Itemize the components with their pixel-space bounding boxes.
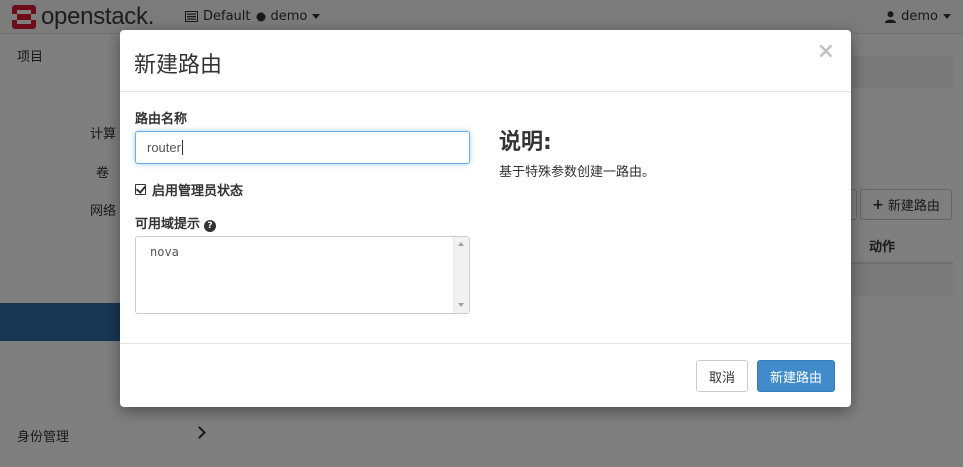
question-circle-icon[interactable]: ? bbox=[204, 220, 217, 232]
text-cursor bbox=[181, 140, 183, 155]
create-router-submit-button[interactable]: 新建路由 bbox=[757, 360, 835, 392]
availability-zone-select[interactable]: nova bbox=[135, 236, 470, 314]
router-name-value: router bbox=[147, 140, 181, 155]
scrollbar[interactable] bbox=[453, 237, 469, 313]
create-router-modal: 新建路由 × 路由名称 router 启用管理员状态 可用域提示? nova 说… bbox=[120, 30, 851, 407]
scroll-down-arrow-icon[interactable] bbox=[458, 303, 464, 307]
modal-title: 新建路由 bbox=[134, 53, 223, 78]
scroll-up-arrow-icon[interactable] bbox=[458, 242, 464, 246]
admin-state-checkbox-row[interactable]: 启用管理员状态 bbox=[135, 180, 243, 199]
modal-footer: 取消 新建路由 bbox=[120, 343, 851, 407]
cancel-button[interactable]: 取消 bbox=[696, 360, 748, 392]
router-name-label: 路由名称 bbox=[135, 112, 188, 127]
close-icon[interactable]: × bbox=[817, 41, 835, 63]
modal-header: 新建路由 × bbox=[120, 30, 851, 92]
admin-state-label: 启用管理员状态 bbox=[152, 184, 244, 199]
router-name-input[interactable]: router bbox=[135, 131, 470, 164]
az-option-nova[interactable]: nova bbox=[150, 245, 179, 259]
checkbox-checked-icon[interactable] bbox=[135, 184, 146, 195]
az-hint-label: 可用域提示 bbox=[135, 217, 201, 232]
az-hint-label-row: 可用域提示? bbox=[135, 213, 217, 232]
description-title: 说明: bbox=[499, 130, 552, 155]
description-text: 基于特殊参数创建一路由。 bbox=[499, 165, 656, 180]
